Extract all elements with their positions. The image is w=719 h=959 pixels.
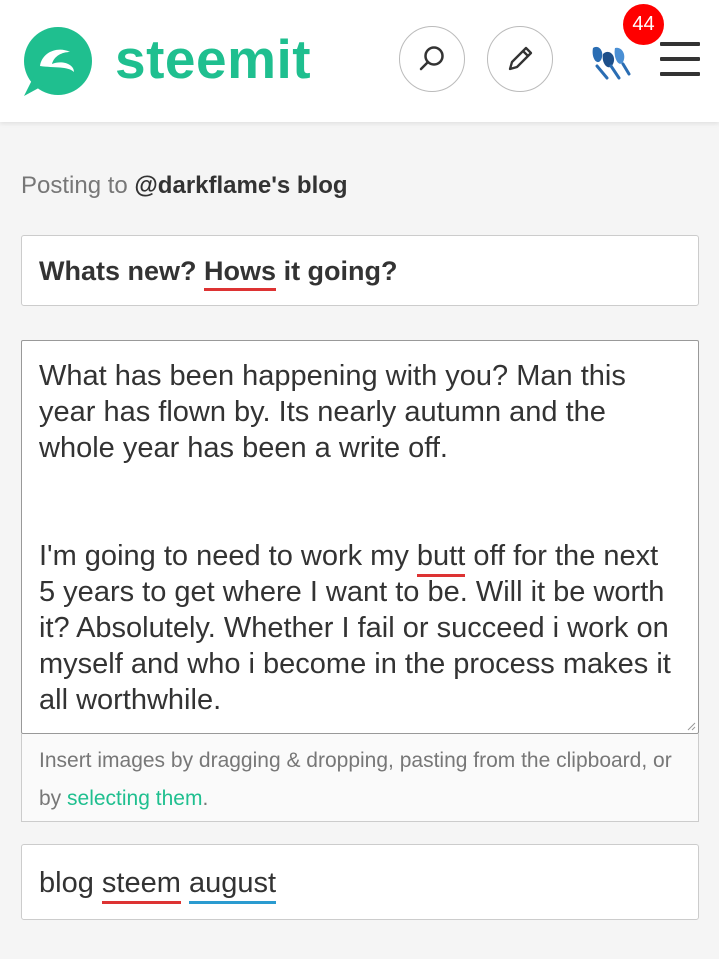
select-images-link[interactable]: selecting them [67, 787, 202, 810]
body-value[interactable]: What has been happening with you? Man th… [39, 358, 679, 718]
posting-target-line: Posting to @darkflame's blog [21, 169, 348, 203]
search-icon [419, 46, 444, 71]
resize-handle-icon[interactable] [686, 721, 696, 731]
title-text-part1: Whats new? [39, 256, 197, 286]
hamburger-menu-icon[interactable] [660, 42, 700, 76]
body-paragraph-1: What has been happening with you? Man th… [39, 360, 626, 464]
tag-blog: blog [39, 867, 94, 899]
posting-target: @darkflame's blog [134, 172, 348, 199]
body-textarea[interactable]: What has been happening with you? Man th… [21, 340, 699, 734]
top-header: steemit 44 [0, 0, 719, 122]
body-blank-lines [39, 466, 679, 538]
tags-input[interactable]: blog steem august [21, 844, 699, 920]
tag-august[interactable]: august [188, 867, 277, 904]
body-misspelled-word[interactable]: butt [416, 540, 466, 577]
title-text-part2: it going? [283, 256, 398, 286]
avatar[interactable] [583, 40, 637, 82]
dropzone-suffix: . [202, 787, 209, 810]
brand-wordmark[interactable]: steemit [115, 26, 311, 92]
dropzone-hint: Insert images by dragging & dropping, pa… [39, 742, 689, 818]
body-paragraph-2: I'm going to need to work my butt off fo… [39, 538, 679, 718]
title-value[interactable]: Whats new? Hows it going? [39, 253, 398, 291]
steemit-logo-icon[interactable] [18, 24, 96, 100]
tags-value[interactable]: blog steem august [39, 865, 277, 904]
posting-prefix: Posting to [21, 172, 128, 199]
compose-button[interactable] [487, 26, 553, 92]
title-input[interactable]: Whats new? Hows it going? [21, 235, 699, 306]
search-button[interactable] [399, 26, 465, 92]
image-dropzone[interactable]: Insert images by dragging & dropping, pa… [21, 734, 699, 822]
notification-count-badge[interactable]: 44 [623, 4, 664, 45]
tag-steem[interactable]: steem [101, 867, 181, 904]
title-misspelled-word[interactable]: Hows [204, 256, 277, 291]
pencil-icon [508, 46, 533, 71]
body-p2-before: I'm going to need to work my [39, 540, 409, 572]
